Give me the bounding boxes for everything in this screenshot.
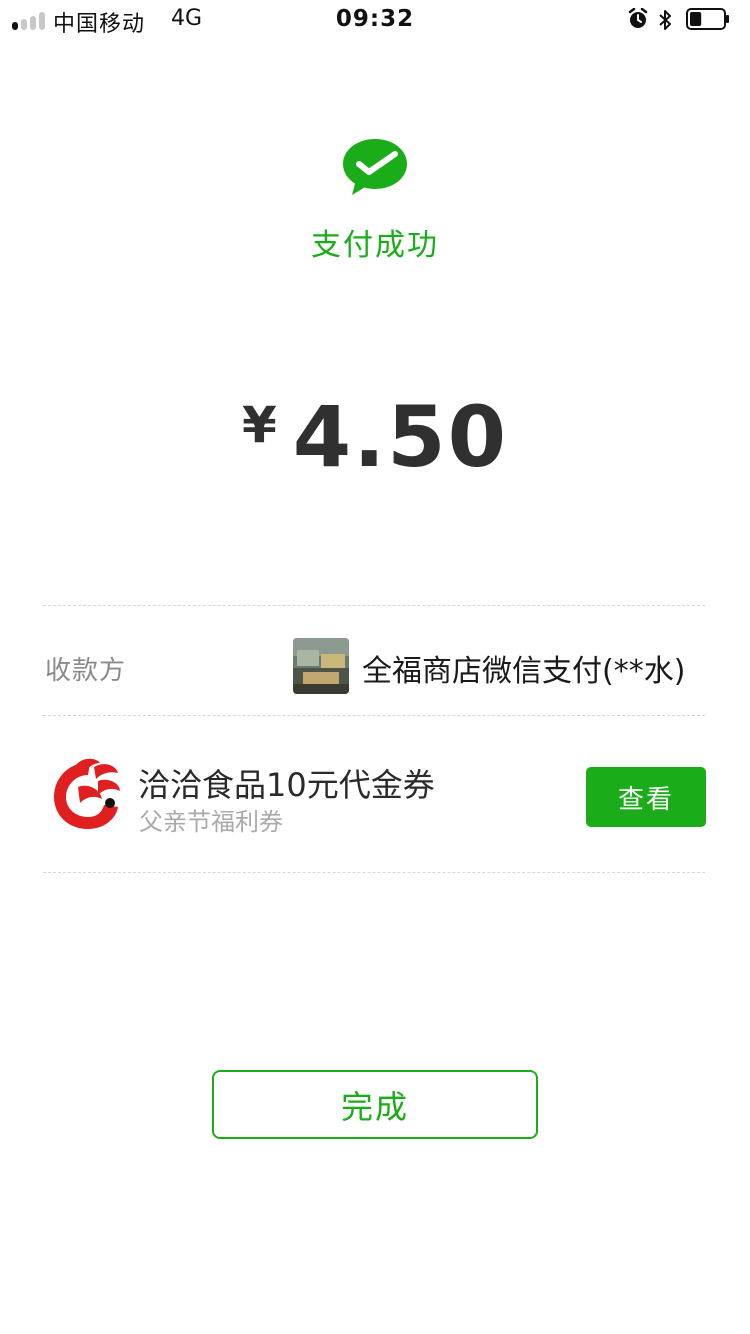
merchant-avatar [293,638,349,694]
merchant-name: 全福商店微信支付(**水) [362,654,686,689]
coupon-title: 洽洽食品10元代金券 [138,766,435,804]
bluetooth-icon [659,10,671,30]
qiaqia-logo-icon [54,758,120,829]
payment-amount: ¥4.50 [0,388,750,486]
payee-label: 收款方 [45,656,127,686]
coupon-subtitle: 父亲节福利券 [139,808,283,836]
alarm-icon [628,8,648,28]
payment-status-text: 支付成功 [311,228,439,263]
status-bar: 中国移动 4G 09:32 [0,0,750,40]
wechat-pay-success-icon [343,139,407,195]
view-coupon-button[interactable]: 查看 [586,767,706,827]
amount-value: 4.50 [292,388,509,486]
divider [43,605,705,606]
done-button[interactable]: 完成 [212,1070,538,1139]
currency-symbol: ¥ [241,396,277,454]
divider [43,715,705,716]
battery-icon [686,8,729,30]
payment-success-screen: 中国移动 4G 09:32 支付成功 ¥4.50 收款方 全福商店微信支付(**… [0,0,750,1334]
divider [43,872,705,873]
